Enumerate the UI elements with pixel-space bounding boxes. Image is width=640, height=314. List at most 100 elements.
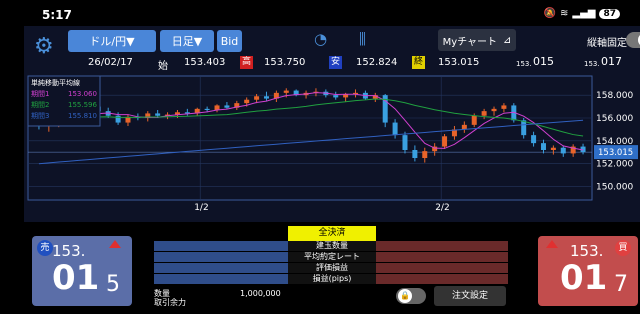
candle-body	[442, 136, 448, 147]
axis-fix-toggle[interactable]	[626, 32, 640, 48]
currency-pair-button[interactable]: ドル/円▼	[68, 30, 156, 52]
axis-fix-label: 縦軸固定	[587, 38, 627, 49]
margin-label: 取引余力	[154, 298, 186, 307]
candle-body	[263, 96, 269, 99]
price-chart[interactable]: 158.000 156.000 154.000 152.000 150.000 153.0…	[24, 72, 640, 222]
candle-body	[412, 150, 418, 158]
quantity-labels: 数量 取引余力	[154, 289, 186, 307]
candles	[36, 88, 586, 163]
wifi-icon: ≋	[560, 8, 569, 19]
chart-toolbar: ⚙ ドル/円▼ 日足▼ Bid ◔ ⫼ Myチャート ⊿ 縦軸固定	[24, 26, 640, 58]
candle-body	[333, 95, 339, 98]
trade-panel: 売 153. 01 5 全決済 建玉数量 平均約定レート 評価損益 損益(pip…	[0, 222, 640, 314]
close-label: 終	[412, 56, 425, 69]
legend-value-1: 153.060	[68, 90, 97, 98]
candlestick-icon[interactable]: ⫼	[359, 30, 366, 48]
moving-averages	[38, 92, 584, 165]
open-value: 153.403	[184, 57, 226, 68]
row-label: 評価損益	[288, 263, 376, 273]
candle-body	[550, 147, 556, 150]
legend-label-1: 期間1	[31, 90, 49, 98]
candle-body	[254, 96, 260, 100]
legend-label-3: 期間3	[31, 112, 49, 120]
mychart-button[interactable]: Myチャート ⊿	[438, 29, 516, 51]
candle-body	[402, 135, 408, 150]
bid-toggle-button[interactable]: Bid	[217, 30, 242, 52]
legend-label-2: 期間2	[31, 101, 49, 109]
candle-body	[244, 99, 250, 104]
sell-badge: 売	[37, 240, 53, 256]
candle-body	[491, 108, 497, 112]
sell-small: 5	[106, 272, 120, 297]
order-settings-button[interactable]: 注文設定	[434, 286, 506, 306]
table-row: 損益(pips)	[154, 274, 508, 285]
y-axis: 158.000156.000154.000152.000150.000153.0…	[594, 91, 638, 193]
ohlc-date: 26/02/17	[88, 57, 133, 68]
close-all-button[interactable]: 全決済	[288, 226, 376, 241]
ohlc-bar: 26/02/17 始 153.403 高 153.750 安 152.824 終…	[24, 54, 640, 72]
ask-prefix: 153.	[584, 60, 600, 68]
candle-body	[204, 108, 210, 110]
row-label: 平均約定レート	[288, 252, 376, 262]
buy-badge: 買	[615, 240, 631, 256]
open-label: 始	[158, 61, 168, 72]
candlestick-chart[interactable]: 158.000156.000154.000152.000150.000153.0…	[24, 72, 640, 222]
candle-body	[540, 143, 546, 150]
speedometer-icon[interactable]: ◔	[314, 30, 327, 48]
candle-body	[115, 115, 121, 123]
table-row: 評価損益	[154, 263, 508, 274]
legend-value-3: 155.810	[68, 112, 97, 120]
mychart-label: Myチャート	[442, 36, 498, 48]
y-tick-label: 158.000	[596, 91, 633, 101]
quantity-value[interactable]: 1,000,000	[240, 289, 281, 298]
ma-line-2	[38, 98, 584, 137]
x-tick-label: 1/2	[194, 203, 208, 213]
candle-body	[560, 147, 566, 154]
ask-big: 01	[601, 55, 615, 68]
mute-icon: 🔕	[543, 8, 556, 19]
status-bar: 5:17 🔕 ≋ ▂▄▆ 87	[0, 0, 640, 26]
high-value: 153.750	[264, 57, 306, 68]
buy-button[interactable]: 153. 買 01 7	[538, 236, 638, 306]
close-value: 153.015	[438, 57, 480, 68]
y-tick-label: 156.000	[596, 114, 633, 124]
table-row: 平均約定レート	[154, 252, 508, 263]
legend-value-2: 155.596	[68, 101, 97, 109]
candle-body	[481, 111, 487, 116]
x-tick-label: 2/2	[435, 203, 449, 213]
legend-box: 単純移動平均線 期間1 153.060 期間2 155.596 期間3 155.…	[27, 75, 101, 127]
candle-body	[521, 120, 527, 136]
sell-big: 01	[52, 258, 100, 298]
timeframe-button[interactable]: 日足▼	[160, 30, 214, 52]
sell-button[interactable]: 売 153. 01 5	[32, 236, 132, 306]
x-axis: 1/2 2/2	[194, 203, 449, 213]
lock-toggle[interactable]: 🔒	[396, 288, 426, 304]
bid-big: 01	[533, 55, 547, 68]
candle-body	[531, 135, 537, 144]
plot-frame	[27, 75, 593, 201]
candle-body	[501, 105, 507, 109]
row-label: 損益(pips)	[288, 274, 376, 284]
ma-line-3	[38, 119, 584, 165]
ask-small: 7	[615, 55, 622, 68]
candle-body	[471, 115, 477, 125]
bid-small: 5	[547, 55, 554, 68]
signal-icon: ▂▄▆	[572, 8, 596, 19]
low-label: 安	[329, 56, 342, 69]
candle-body	[155, 113, 161, 116]
status-time: 5:17	[42, 8, 72, 22]
quantity-label: 数量	[154, 289, 170, 298]
battery-badge: 87	[599, 8, 620, 19]
candle-body	[224, 105, 230, 108]
gridlines	[28, 76, 592, 200]
current-price-label: 153.015	[598, 148, 633, 158]
y-tick-label: 150.000	[596, 183, 633, 193]
status-icons: 🔕 ≋ ▂▄▆ 87	[544, 8, 620, 19]
up-arrow-icon	[546, 240, 558, 248]
lock-icon: 🔒	[398, 289, 412, 303]
buy-big: 01	[560, 258, 608, 298]
row-label: 建玉数量	[288, 241, 376, 251]
buy-small: 7	[614, 272, 628, 297]
candle-body	[422, 151, 428, 158]
candle-body	[214, 105, 220, 110]
